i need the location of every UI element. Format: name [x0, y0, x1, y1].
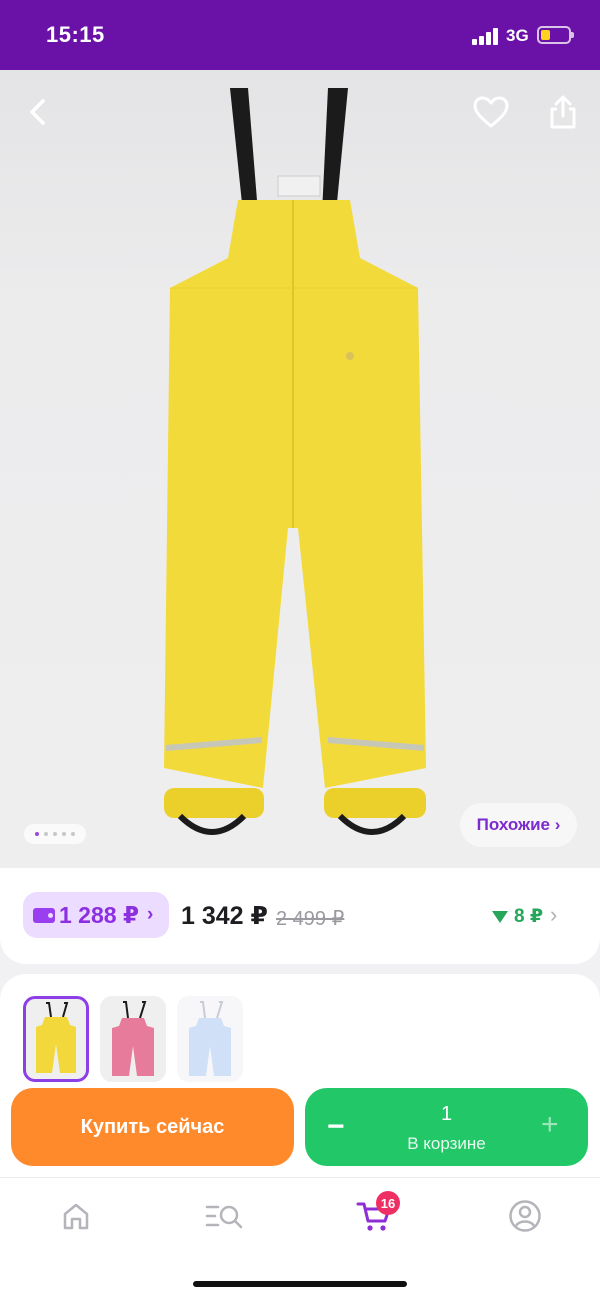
wallet-price-button[interactable]: 1 288 ₽ › [23, 892, 169, 938]
battery-icon [537, 26, 574, 44]
back-button[interactable] [16, 90, 60, 134]
variant-light-blue[interactable] [177, 996, 243, 1082]
bonus-value: 8 ₽ [514, 906, 544, 927]
current-price: 1 342 ₽ [181, 902, 268, 930]
buy-now-button[interactable]: Купить сейчас [11, 1088, 294, 1166]
bonus-points[interactable]: 8 ₽ [492, 905, 543, 928]
tab-profile[interactable] [503, 1196, 547, 1236]
chevron-right-icon: › [146, 904, 154, 925]
gallery-pagination [24, 824, 86, 844]
catalog-search-icon [205, 1205, 243, 1229]
wallet-icon [33, 907, 55, 923]
down-arrow-icon [492, 910, 508, 923]
variant-yellow[interactable] [23, 996, 89, 1082]
variant-pink[interactable] [100, 996, 166, 1082]
similar-button[interactable]: Похожие › [460, 803, 577, 847]
increase-quantity-button[interactable]: + [541, 1108, 559, 1142]
back-icon [30, 99, 45, 125]
home-indicator [193, 1281, 407, 1287]
heart-icon [473, 96, 509, 128]
signal-icon [472, 27, 500, 45]
tab-home[interactable] [54, 1196, 98, 1236]
old-price: 2 499 ₽ [276, 908, 345, 930]
cart-stepper: − 1 В корзине + [305, 1088, 588, 1166]
product-image[interactable] [150, 88, 440, 848]
favorite-button[interactable] [469, 90, 513, 134]
chevron-right-icon[interactable]: › [550, 902, 557, 928]
network-type: 3G [506, 26, 529, 45]
home-icon [63, 1203, 89, 1230]
wallet-price-value: 1 288 ₽ [59, 901, 139, 928]
cart-badge: 16 [376, 1191, 400, 1215]
tab-catalog[interactable] [202, 1196, 246, 1236]
bottom-navigation: 16 [0, 1177, 600, 1297]
status-time: 15:15 [46, 22, 105, 47]
share-button[interactable] [541, 90, 585, 134]
price-card: 1 288 ₽ › 1 342 ₽ 2 499 ₽ 8 ₽ › [0, 868, 600, 964]
status-bar: 15:15 3G [0, 0, 600, 70]
profile-icon [509, 1200, 541, 1232]
share-icon [550, 95, 576, 129]
product-gallery[interactable]: Похожие › [0, 70, 600, 868]
